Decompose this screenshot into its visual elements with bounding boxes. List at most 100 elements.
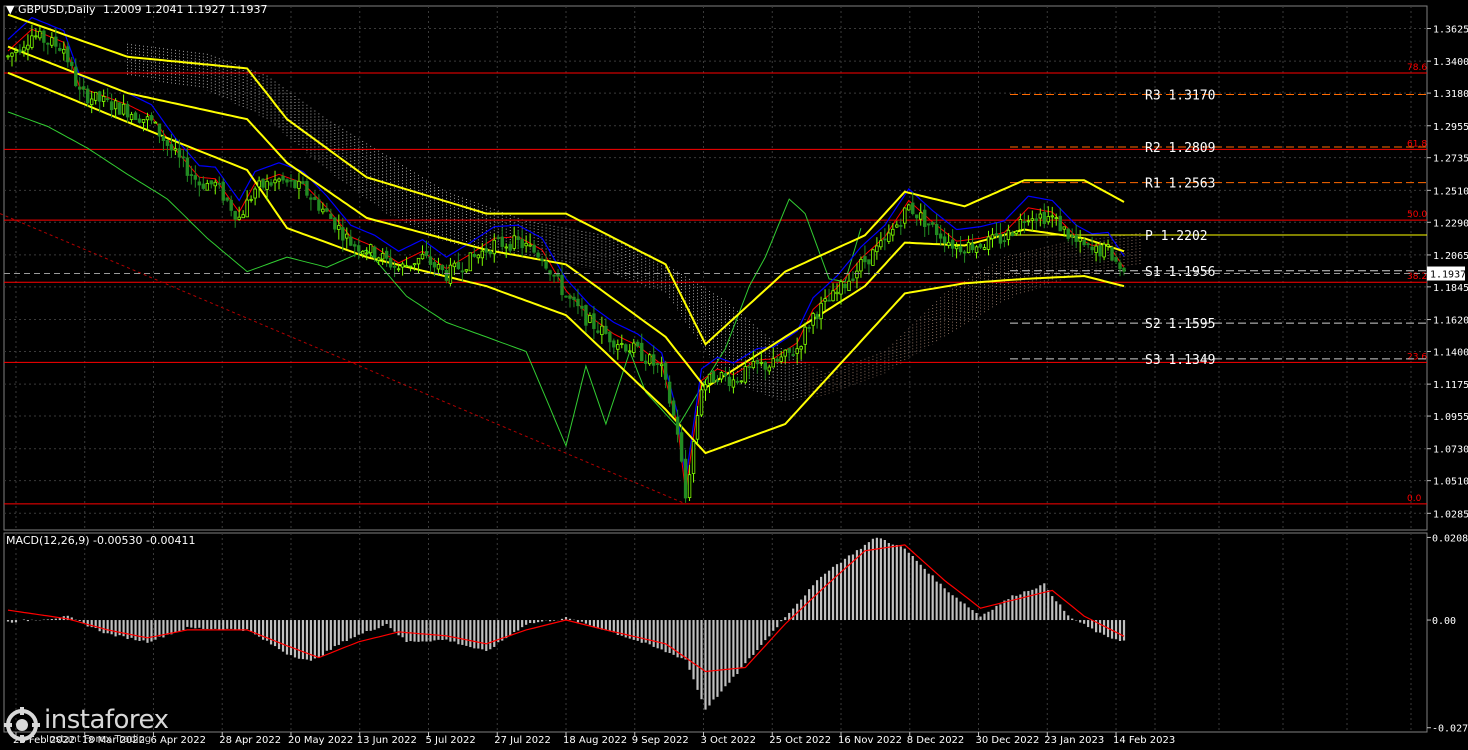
bollinger-upper-line (7, 13, 1125, 346)
candle-body (113, 100, 118, 110)
time-tick-label: 18 Aug 2022 (563, 735, 627, 746)
candle-body (400, 263, 405, 268)
candle-body (863, 256, 867, 263)
candle-body (213, 181, 217, 187)
candle-body (592, 313, 596, 329)
candle-body (783, 349, 787, 357)
candle-body (1078, 238, 1082, 242)
candle-body (217, 182, 221, 185)
triangle-down-icon[interactable]: ▼ (6, 3, 14, 16)
time-tick-label: 13 Jun 2022 (357, 735, 417, 746)
candle-body (504, 246, 508, 249)
candle-body (731, 379, 736, 388)
candle-body (1118, 262, 1122, 270)
candle-body (285, 179, 289, 183)
candle-body (851, 278, 855, 282)
candle-body (576, 298, 580, 307)
candle-body (249, 198, 253, 201)
candle-body (241, 214, 245, 219)
pivot-label: S1 1.1956 (1145, 265, 1215, 280)
fibonacci-label: 61.8 (1407, 139, 1427, 149)
candle-body (560, 274, 564, 296)
candle-body (739, 380, 744, 383)
candle-body (86, 88, 90, 104)
time-tick-label: 23 Jan 2023 (1044, 735, 1104, 746)
time-tick-label: 8 Dec 2022 (907, 735, 965, 746)
candle-body (185, 157, 190, 176)
candle-body (751, 361, 756, 369)
candle-body (827, 299, 831, 302)
candle-body (480, 250, 484, 259)
candle-body (723, 373, 728, 377)
time-tick-label: 28 Apr 2022 (219, 735, 281, 746)
candle-body (93, 91, 98, 101)
candle-body (261, 178, 265, 188)
candle-body (919, 212, 923, 220)
candle-body (986, 236, 991, 250)
candle-body (528, 244, 532, 247)
candle-body (420, 253, 425, 260)
candle-body (843, 283, 847, 289)
candle-body (508, 243, 512, 251)
candle-body (640, 342, 644, 362)
candle-body (516, 236, 520, 241)
candle-body (1054, 217, 1058, 220)
candle-body (1018, 219, 1023, 231)
time-tick-label: 3 Oct 2022 (701, 735, 756, 746)
candle-body (1010, 232, 1015, 237)
candle-body (536, 252, 540, 258)
candle-body (1042, 211, 1046, 224)
candle-body (305, 180, 309, 196)
candle-body (169, 144, 174, 151)
candle-body (942, 236, 947, 244)
price-tick-label: 1.0510 (1433, 477, 1468, 488)
candle-body (847, 280, 851, 291)
candle-body (1050, 215, 1054, 218)
price-tick-label: 1.3180 (1433, 89, 1468, 100)
candle-body (903, 207, 907, 224)
candle-body (456, 262, 461, 270)
price-tick-label: 1.3400 (1433, 57, 1468, 68)
candle-body (492, 239, 496, 255)
candle-body (787, 347, 791, 353)
fibonacci-label: 50.0 (1407, 210, 1427, 220)
candle-body (432, 262, 437, 268)
candle-body (1110, 247, 1114, 261)
candle-body (719, 372, 724, 380)
candle-body (695, 415, 700, 440)
macd-layer: 0.02088 0.00 -0.02722 (6, 533, 1468, 735)
candle-body (998, 234, 1003, 244)
fibonacci-label: 0.0 (1407, 494, 1422, 504)
candle-body (265, 180, 269, 190)
candle-body (679, 432, 684, 462)
candle-body (117, 102, 122, 115)
instaforex-logo: instaforex Instant Forex Trading (4, 705, 180, 747)
candle-body (767, 366, 771, 372)
candle-body (982, 247, 987, 250)
candle-body (329, 213, 333, 219)
candle-body (819, 302, 823, 320)
candle-body (950, 239, 955, 249)
candle-body (153, 121, 158, 124)
candle-body (257, 180, 261, 188)
trend-line-layer (0, 213, 686, 505)
time-tick-label: 14 Feb 2023 (1113, 735, 1175, 746)
candle-body (42, 30, 46, 43)
candle-body (253, 188, 257, 199)
candle-body (911, 202, 915, 215)
price-tick-label: 1.2290 (1433, 218, 1468, 229)
candle-body (544, 261, 548, 269)
candle-body (189, 174, 194, 176)
candle-body (895, 224, 899, 228)
candle-body (78, 86, 82, 90)
candle-body (667, 381, 672, 404)
candle-body (715, 380, 720, 382)
candle-body (699, 389, 704, 416)
candle-body (333, 217, 337, 230)
candle-body (1122, 267, 1126, 272)
price-tick-label: 1.0730 (1433, 445, 1468, 456)
candle-body (524, 242, 528, 247)
candle-body (197, 181, 202, 186)
candle-body (173, 148, 178, 151)
candle-body (879, 240, 883, 248)
